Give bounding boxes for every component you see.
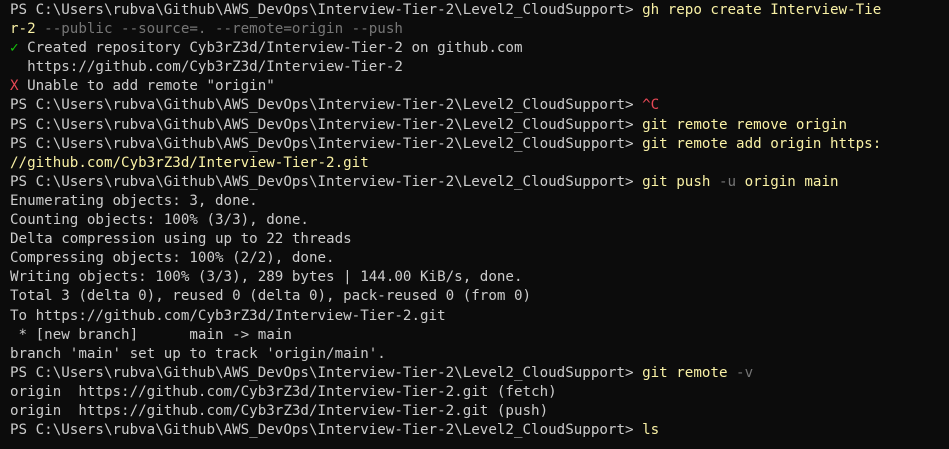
terminal-line: branch 'main' set up to track 'origin/ma… (10, 345, 939, 364)
terminal-line: PS C:\Users\rubva\Github\AWS_DevOps\Inte… (10, 135, 939, 154)
command-name: ^C (642, 97, 660, 114)
command-args: remote remove origin (667, 116, 848, 133)
prompt-text: PS C:\Users\rubva\Github\AWS_DevOps\Inte… (10, 173, 643, 190)
command-args: r-2 (10, 21, 36, 38)
command-name: git (642, 364, 668, 381)
command-args: remote (667, 364, 737, 381)
terminal-line: Writing objects: 100% (3/3), 289 bytes |… (10, 268, 939, 287)
output-text: Compressing objects: 100% (2/2), done. (10, 250, 335, 267)
command-args: push (667, 173, 719, 190)
output-text: Counting objects: 100% (3/3), done. (10, 212, 309, 229)
command-args: remote add origin https: (667, 135, 882, 152)
terminal-line: //github.com/Cyb3rZ3d/Interview-Tier-2.g… (10, 154, 939, 173)
terminal-line: PS C:\Users\rubva\Github\AWS_DevOps\Inte… (10, 173, 939, 192)
terminal-line: origin https://github.com/Cyb3rZ3d/Inter… (10, 402, 939, 421)
command-name: git (642, 116, 668, 133)
output-text: https://github.com/Cyb3rZ3d/Interview-Ti… (10, 59, 403, 76)
output-text: origin https://github.com/Cyb3rZ3d/Inter… (10, 383, 557, 400)
terminal-line: PS C:\Users\rubva\Github\AWS_DevOps\Inte… (10, 96, 939, 115)
terminal-line: Compressing objects: 100% (2/2), done. (10, 249, 939, 268)
command-name: gh (642, 2, 660, 18)
terminal-line: Delta compression using up to 22 threads (10, 230, 939, 249)
terminal-line: r-2 --public --source=. --remote=origin … (10, 20, 939, 39)
command-args: //github.com/Cyb3rZ3d/Interview-Tier-2.g… (10, 154, 369, 171)
terminal-line: X Unable to add remote "origin" (10, 77, 939, 96)
command-name: ls (642, 422, 660, 439)
prompt-text: PS C:\Users\rubva\Github\AWS_DevOps\Inte… (10, 2, 643, 18)
terminal-line: Counting objects: 100% (3/3), done. (10, 211, 939, 230)
terminal-line: PS C:\Users\rubva\Github\AWS_DevOps\Inte… (10, 116, 939, 135)
terminal-line: Total 3 (delta 0), reused 0 (delta 0), p… (10, 287, 939, 306)
output-text: Total 3 (delta 0), reused 0 (delta 0), p… (10, 288, 532, 305)
prompt-text: PS C:\Users\rubva\Github\AWS_DevOps\Inte… (10, 116, 643, 133)
prompt-text: PS C:\Users\rubva\Github\AWS_DevOps\Inte… (10, 422, 643, 439)
terminal-line: https://github.com/Cyb3rZ3d/Interview-Ti… (10, 58, 939, 77)
prompt-text: PS C:\Users\rubva\Github\AWS_DevOps\Inte… (10, 135, 643, 152)
output-text: Delta compression using up to 22 threads (10, 231, 352, 248)
output-text: Writing objects: 100% (3/3), 289 bytes |… (10, 269, 523, 286)
terminal-line: PS C:\Users\rubva\Github\AWS_DevOps\Inte… (10, 1, 939, 20)
terminal-line: PS C:\Users\rubva\Github\AWS_DevOps\Inte… (10, 364, 939, 383)
terminal-window[interactable]: PS C:\Users\rubva\Github\AWS_DevOps\Inte… (0, 0, 949, 449)
command-args: repo create Interview-Tie (659, 2, 882, 18)
terminal-line: ✓ Created repository Cyb3rZ3d/Interview-… (10, 39, 939, 58)
output-text: Enumerating objects: 3, done. (10, 192, 258, 209)
terminal-line: * [new branch] main -> main (10, 326, 939, 345)
status-message: Unable to add remote "origin" (18, 78, 275, 95)
command-args: origin main (736, 173, 839, 190)
command-name: git (642, 135, 668, 152)
output-text: * [new branch] main -> main (10, 326, 292, 343)
status-message: Created repository Cyb3rZ3d/Interview-Ti… (18, 40, 523, 57)
terminal-line: To https://github.com/Cyb3rZ3d/Interview… (10, 307, 939, 326)
check-icon: ✓ (10, 40, 19, 57)
terminal-line: PS C:\Users\rubva\Github\AWS_DevOps\Inte… (10, 421, 939, 440)
command-name: git (642, 173, 668, 190)
prompt-text: PS C:\Users\rubva\Github\AWS_DevOps\Inte… (10, 364, 643, 381)
command-flag: -u (718, 173, 737, 190)
cursor (659, 421, 668, 437)
prompt-text: PS C:\Users\rubva\Github\AWS_DevOps\Inte… (10, 97, 643, 114)
terminal-line: Enumerating objects: 3, done. (10, 192, 939, 211)
output-text: To https://github.com/Cyb3rZ3d/Interview… (10, 307, 446, 324)
output-text: branch 'main' set up to track 'origin/ma… (10, 345, 386, 362)
output-text: origin https://github.com/Cyb3rZ3d/Inter… (10, 402, 549, 419)
error-x-icon: X (10, 78, 19, 95)
command-flag: --public --source=. --remote=origin --pu… (35, 21, 403, 38)
command-flag: -v (736, 364, 754, 381)
terminal-line: origin https://github.com/Cyb3rZ3d/Inter… (10, 383, 939, 402)
